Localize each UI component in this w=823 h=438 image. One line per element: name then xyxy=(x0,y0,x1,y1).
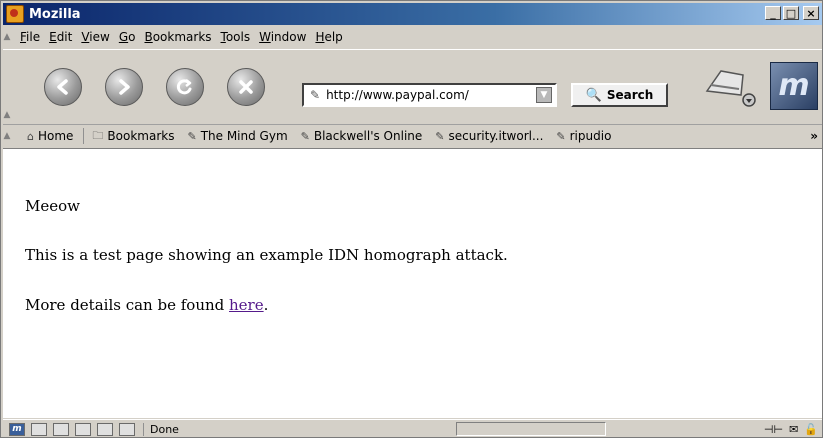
personal-toolbar: ▲ ⌂ Home 🗀 Bookmarks ✎ The Mind Gym ✎ Bl… xyxy=(3,124,822,149)
toolbar-overflow-chevron-icon[interactable]: » xyxy=(810,129,818,143)
reload-icon xyxy=(176,79,192,95)
url-bar[interactable]: ✎ http://www.paypal.com/ ▼ xyxy=(302,83,557,107)
page-content: Meeow This is a test page showing an exa… xyxy=(3,149,822,418)
search-label: Search xyxy=(606,88,654,102)
forward-arrow-icon xyxy=(119,79,130,95)
mozilla-icon xyxy=(6,5,24,23)
home-icon: ⌂ xyxy=(27,129,34,143)
mozilla-throbber-icon[interactable]: m xyxy=(770,62,818,110)
window-title: Mozilla xyxy=(29,6,81,22)
reload-button[interactable] xyxy=(166,68,204,106)
bookmark-the-mind-gym[interactable]: ✎ The Mind Gym xyxy=(187,129,287,143)
bookmark-blackwells-online[interactable]: ✎ Blackwell's Online xyxy=(301,129,423,143)
composer-icon[interactable] xyxy=(53,422,69,436)
page-icon: ✎ xyxy=(310,88,321,102)
status-text: Done xyxy=(143,422,450,436)
browser-window: Mozilla _ □ × ▲ File Edit View Go Bookma… xyxy=(0,0,823,438)
maximize-button[interactable]: □ xyxy=(783,6,799,20)
menu-bar: ▲ File Edit View Go Bookmarks Tools Wind… xyxy=(3,27,822,47)
url-text[interactable]: http://www.paypal.com/ xyxy=(326,88,469,102)
popup-blocked-icon[interactable]: ✉ xyxy=(789,423,798,436)
menu-tools[interactable]: Tools xyxy=(221,30,251,44)
address-book-icon[interactable] xyxy=(75,422,91,436)
toolbar-separator xyxy=(83,128,85,144)
mail-icon[interactable] xyxy=(31,422,47,436)
window-controls: _ □ × xyxy=(765,6,819,20)
close-button[interactable]: × xyxy=(803,6,819,20)
print-icon[interactable] xyxy=(701,61,759,109)
irc-icon[interactable] xyxy=(119,422,135,436)
bookmark-icon: ✎ xyxy=(300,129,310,143)
content-line-2: This is a test page showing an example I… xyxy=(25,246,508,264)
menu-help[interactable]: Help xyxy=(315,30,342,44)
security-lock-icon[interactable]: 🔓 xyxy=(804,423,818,436)
stop-button[interactable] xyxy=(227,68,265,106)
bookmarks-menu-button[interactable]: 🗀 Bookmarks xyxy=(92,127,174,146)
toolbar-grip-icon[interactable]: ▲ xyxy=(3,32,11,42)
menu-file[interactable]: File xyxy=(20,30,40,44)
menu-edit[interactable]: Edit xyxy=(49,30,72,44)
toolbar-grip-icon[interactable]: ▲ xyxy=(3,110,11,120)
home-button[interactable]: ⌂ Home xyxy=(27,129,73,143)
status-bar: m Done ⊣⊢ ✉ 🔓 xyxy=(3,419,822,437)
title-bar[interactable]: Mozilla _ □ × xyxy=(3,3,822,25)
folder-icon: 🗀 xyxy=(92,128,104,142)
bookmark-icon: ✎ xyxy=(556,129,566,143)
back-arrow-icon xyxy=(57,79,68,95)
online-status-icon[interactable]: ⊣⊢ xyxy=(764,423,783,436)
content-line-3: More details can be found here. xyxy=(25,296,269,314)
menu-window[interactable]: Window xyxy=(259,30,306,44)
progress-bar xyxy=(456,422,606,436)
toolbar-grip-icon[interactable]: ▲ xyxy=(3,131,11,141)
status-icons: ⊣⊢ ✉ 🔓 xyxy=(764,423,818,436)
bookmark-ripudio[interactable]: ✎ ripudio xyxy=(556,129,611,143)
back-button[interactable] xyxy=(44,68,82,106)
bookmark-security-itworld[interactable]: ✎ security.itworl... xyxy=(435,129,543,143)
forward-button[interactable] xyxy=(105,68,143,106)
navigation-toolbar: ▲ ✎ http://www.paypal.com/ ▼ 🔍 Search m xyxy=(3,49,822,125)
chat-icon[interactable] xyxy=(97,422,113,436)
magnifier-icon: 🔍 xyxy=(585,87,602,103)
bookmark-icon: ✎ xyxy=(435,129,445,143)
content-line-1: Meeow xyxy=(25,197,80,215)
bookmark-icon: ✎ xyxy=(187,129,197,143)
search-button[interactable]: 🔍 Search xyxy=(571,83,668,107)
menu-bookmarks[interactable]: Bookmarks xyxy=(144,30,211,44)
menu-go[interactable]: Go xyxy=(119,30,136,44)
stop-icon xyxy=(239,80,253,94)
url-history-dropdown-icon[interactable]: ▼ xyxy=(536,87,552,103)
minimize-button[interactable]: _ xyxy=(765,6,781,20)
menu-view[interactable]: View xyxy=(81,30,109,44)
navigator-icon[interactable]: m xyxy=(9,422,25,436)
here-link[interactable]: here xyxy=(229,296,264,314)
